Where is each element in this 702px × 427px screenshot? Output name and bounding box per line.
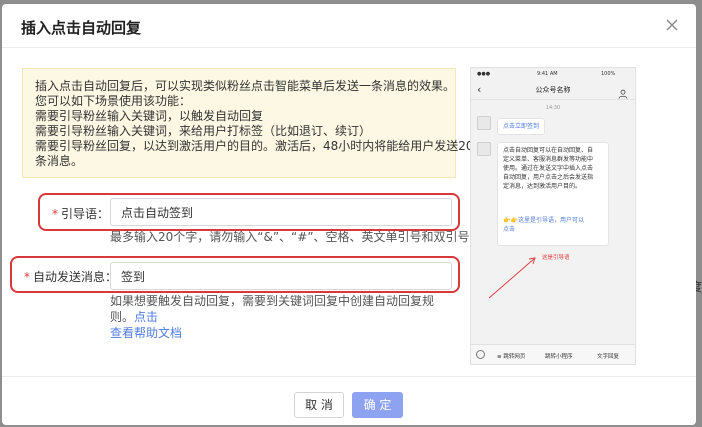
user-message-bubble: 点击立即签到 bbox=[497, 118, 546, 135]
notice-line: 条消息。 bbox=[35, 154, 84, 168]
person-icon bbox=[618, 84, 628, 103]
signal-icon: ●●● bbox=[477, 71, 491, 77]
reply-message-bubble: 点击自动回复可以在自动回复、自 定义菜单、客服消息群发等功能中 使用。通过在发送… bbox=[497, 142, 609, 246]
notice-line: 您可以如下场景使用该功能： bbox=[35, 94, 192, 108]
reply-line: 定义菜单、客服消息群发等功能中 bbox=[503, 156, 594, 163]
phone-bottom-menu: ≡ 跳转网页 跳转小程序 文字回复 bbox=[471, 344, 635, 364]
notice-line: 需要引导粉丝输入关键词，以触发自动回复 bbox=[35, 109, 264, 123]
required-mark: * bbox=[52, 207, 58, 221]
guide-help-text: 最多输入20个字，请勿输入“&”、“#”、空格、英文单引号和双引号 bbox=[110, 230, 470, 244]
menu-item: ≡ 跳转网页 bbox=[497, 354, 526, 360]
notice-line: 需要引导粉丝输入关键词，来给用户打标签（比如退订、续订） bbox=[35, 124, 372, 138]
phone-account-title: 公众号名称 bbox=[535, 86, 571, 94]
dialog-footer: 取 消 确 定 bbox=[2, 376, 696, 425]
dialog-header: 插入点击自动回复 bbox=[2, 4, 696, 48]
close-icon[interactable] bbox=[664, 17, 680, 33]
status-battery: 100% bbox=[601, 71, 616, 77]
info-notice: 插入点击自动回复后，可以实现类似粉丝点击智能菜单后发送一条消息的效果。 您可以如… bbox=[22, 68, 474, 178]
guide-label: * 引导语： bbox=[52, 205, 109, 222]
avatar bbox=[477, 116, 491, 130]
menu-item: 跳转小程序 bbox=[545, 354, 573, 360]
notice-line: 插入点击自动回复后，可以实现类似粉丝点击智能菜单后发送一条消息的效果。 bbox=[35, 79, 456, 93]
reply-line: 使用。通过在发送文字中插入点击 bbox=[503, 165, 594, 172]
reply-line: 定消息，达到激活用户目的。 bbox=[503, 183, 582, 190]
reply-line: 点击自动回复可以在自动回复、自 bbox=[503, 147, 594, 154]
phone-status-bar: ●●● 9:41 AM 100% bbox=[471, 68, 635, 80]
menu-item: 文字回复 bbox=[597, 354, 620, 360]
guide-annotation-label: 这是引导语 bbox=[542, 255, 570, 261]
auto-message-help-text: 如果想要触发自动回复，需要到关键词回复中创建自动回复规则。 bbox=[110, 294, 435, 324]
reply-guide-link: 👉👉这里是引导语，用户可以 bbox=[503, 217, 584, 224]
auto-message-label: * 自动发送消息： bbox=[24, 268, 117, 285]
auto-message-input[interactable] bbox=[110, 262, 452, 290]
phone-preview: ●●● 9:41 AM 100% ‹ 公众号名称 14:30 点击立即签到 点击… bbox=[470, 67, 636, 365]
auto-message-label-text: 自动发送消息： bbox=[33, 270, 118, 284]
chat-timestamp: 14:30 bbox=[545, 105, 561, 111]
cancel-button[interactable]: 取 消 bbox=[294, 392, 344, 418]
help-doc-link[interactable]: 查看帮助文档 bbox=[110, 326, 182, 340]
dialog-title: 插入点击自动回复 bbox=[21, 19, 142, 37]
status-time: 9:41 AM bbox=[537, 71, 558, 77]
insert-auto-reply-dialog: 插入点击自动回复 插入点击自动回复后，可以实现类似粉丝点击智能菜单后发送一条消息… bbox=[2, 4, 696, 425]
reply-line: 自动回复，用户点击之后会发送指 bbox=[503, 174, 594, 181]
avatar bbox=[477, 142, 491, 156]
reply-guide-link-2: 点击 bbox=[503, 226, 516, 233]
annotation-arrow-icon bbox=[485, 254, 545, 308]
required-mark: * bbox=[24, 270, 30, 284]
notice-line: 需要引导粉丝回复，以达到激活用户的目的。激活后，48小时内将能给用户发送20 bbox=[35, 139, 474, 153]
user-message-text: 点击立即签到 bbox=[503, 123, 540, 130]
help-link-click[interactable]: 点击 bbox=[134, 310, 158, 324]
confirm-button[interactable]: 确 定 bbox=[352, 392, 403, 418]
guide-label-text: 引导语： bbox=[61, 207, 110, 221]
guide-text-input[interactable] bbox=[110, 198, 452, 226]
keyboard-icon bbox=[476, 350, 485, 359]
phone-nav-bar: ‹ 公众号名称 bbox=[471, 80, 635, 100]
auto-message-help: 如果想要触发自动回复，需要到关键词回复中创建自动回复规则。点击查看帮助文档 bbox=[110, 293, 454, 341]
